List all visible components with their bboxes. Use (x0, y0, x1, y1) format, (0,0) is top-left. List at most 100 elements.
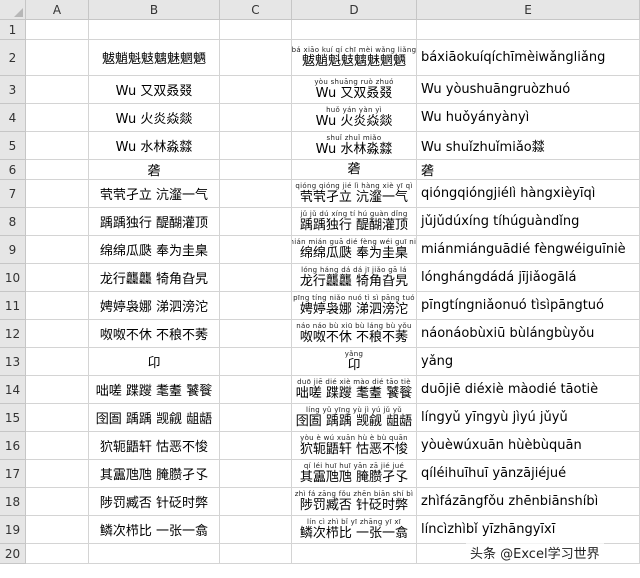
cell-e[interactable]: Wu huǒyányànyì (417, 104, 640, 132)
cell-e[interactable]: pīngtíngniǎonuó tìsìpāngtuó (417, 292, 640, 320)
cell-b[interactable]: 鳞次栉比 一张一翕 (89, 516, 220, 544)
cell-a[interactable] (26, 320, 89, 348)
cell-d-phonetic[interactable]: duō jiē dié xiè mào dié tāo tiè 咄嗟 蹀躞 耄耋 … (292, 376, 417, 404)
row-header[interactable]: 2 (0, 40, 26, 76)
cell-d-phonetic[interactable]: mián mián guā dié fèng wéi guī niè 绵绵瓜瓞 奉… (292, 236, 417, 264)
select-all-corner[interactable] (0, 0, 26, 20)
cell-c[interactable] (220, 20, 292, 40)
row-header[interactable]: 11 (0, 292, 26, 320)
cell-a[interactable] (26, 488, 89, 516)
cell-d-phonetic[interactable]: yòu è wú xuān hù è bù quān 狖轭鼯轩 怙恶不悛 (292, 432, 417, 460)
cell-b[interactable]: 囹圄 踽踽 觊觎 龃龉 (89, 404, 220, 432)
cell-c[interactable] (220, 488, 292, 516)
column-header-b[interactable]: B (89, 0, 220, 20)
cell-e[interactable]: náonáobùxiū bùlángbùyǒu (417, 320, 640, 348)
row-header[interactable]: 20 (0, 544, 26, 564)
cell-c[interactable] (220, 264, 292, 292)
cell-a[interactable] (26, 160, 89, 180)
cell-b[interactable]: 咄嗟 蹀躞 耄耋 饕餮 (89, 376, 220, 404)
cell-a[interactable] (26, 20, 89, 40)
cell-b[interactable] (89, 20, 220, 40)
cell-c[interactable] (220, 236, 292, 264)
column-header-c[interactable]: C (220, 0, 292, 20)
column-header-a[interactable]: A (26, 0, 89, 20)
cell-c[interactable] (220, 516, 292, 544)
cell-d-phonetic[interactable]: qióng qióng jié lì hàng xiè yī qì 茕茕孑立 沆瀣… (292, 180, 417, 208)
cell-c[interactable] (220, 180, 292, 208)
cell-e[interactable]: língyǔ yīngyù jìyú jǔyǔ (417, 404, 640, 432)
cell-c[interactable] (220, 404, 292, 432)
cell-d-phonetic[interactable]: shuǐ zhuǐ miǎo Wu 水林淼㵘 (292, 132, 417, 160)
cell-e[interactable]: zhìfázāngfǒu zhēnbiānshíbì (417, 488, 640, 516)
row-header[interactable]: 9 (0, 236, 26, 264)
cell-c[interactable] (220, 208, 292, 236)
cell-e[interactable]: Wu yòushuāngruòzhuó (417, 76, 640, 104)
row-header[interactable]: 10 (0, 264, 26, 292)
cell-b[interactable]: 其靁虺虺 腌臜孑孓 (89, 460, 220, 488)
cell-e[interactable]: miánmiánguādié fèngwéiguīniè (417, 236, 640, 264)
cell-b[interactable]: 呶呶不休 不稂不莠 (89, 320, 220, 348)
row-header[interactable]: 15 (0, 404, 26, 432)
row-header[interactable]: 1 (0, 20, 26, 40)
cell-c[interactable] (220, 460, 292, 488)
cell-e[interactable]: yòuèwúxuān hùèbùquān (417, 432, 640, 460)
cell-c[interactable] (220, 432, 292, 460)
row-header[interactable]: 6 (0, 160, 26, 180)
cell-d-phonetic[interactable]: náo náo bù xiū bù láng bù yǒu 呶呶不休 不稂不莠 (292, 320, 417, 348)
row-header[interactable]: 4 (0, 104, 26, 132)
cell-b[interactable]: 狖轭鼯轩 怙恶不悛 (89, 432, 220, 460)
cell-e[interactable]: báxiāokuíqíchīmèiwǎngliǎng (417, 40, 640, 76)
cell-d-phonetic[interactable]: yòu shuāng ruò zhuó Wu 又双叒叕 (292, 76, 417, 104)
row-header[interactable]: 12 (0, 320, 26, 348)
cell-a[interactable] (26, 104, 89, 132)
cell-d-phonetic[interactable]: líng yǔ yīng yù jì yú jǔ yǔ 囹圄 踽踽 觊觎 龃龉 (292, 404, 417, 432)
row-header[interactable]: 16 (0, 432, 26, 460)
cell-c[interactable] (220, 544, 292, 564)
cell-b[interactable]: 绵绵瓜瓞 奉为圭臬 (89, 236, 220, 264)
cell-d-phonetic[interactable]: lín cì zhì bǐ yī zhāng yī xī 鳞次栉比 一张一翕 (292, 516, 417, 544)
cell-b[interactable]: Wu 火炎焱燚 (89, 104, 220, 132)
cell-a[interactable] (26, 404, 89, 432)
cell-c[interactable] (220, 40, 292, 76)
row-header[interactable]: 14 (0, 376, 26, 404)
cell-d-phonetic[interactable]: yǎng 卬 (292, 348, 417, 376)
cell-a[interactable] (26, 292, 89, 320)
cell-a[interactable] (26, 348, 89, 376)
cell-a[interactable] (26, 544, 89, 564)
cell-c[interactable] (220, 348, 292, 376)
cell-d-phonetic[interactable] (292, 20, 417, 40)
cell-e[interactable]: qíléihuīhuī yānzājiéjué (417, 460, 640, 488)
row-header[interactable]: 18 (0, 488, 26, 516)
cell-b[interactable]: 魃魈魁鬾魑魅魍魉 (89, 40, 220, 76)
cell-c[interactable] (220, 76, 292, 104)
row-header[interactable]: 19 (0, 516, 26, 544)
cell-a[interactable] (26, 516, 89, 544)
cell-a[interactable] (26, 208, 89, 236)
cell-d-phonetic[interactable]: jǔ jǔ dú xíng tí hú guàn dǐng 踽踽独行 醍醐灌顶 (292, 208, 417, 236)
cell-e[interactable] (417, 20, 640, 40)
cell-c[interactable] (220, 104, 292, 132)
cell-d-phonetic[interactable]: huǒ yán yàn yì Wu 火炎焱燚 (292, 104, 417, 132)
cell-b[interactable] (89, 544, 220, 564)
cell-d-phonetic[interactable]: 砻 (292, 160, 417, 180)
cell-d-phonetic[interactable]: lóng háng dá dá jī jiǎo gā lá 龙行龘龘 犄角旮旯 (292, 264, 417, 292)
row-header[interactable]: 5 (0, 132, 26, 160)
cell-b[interactable]: 陟罚臧否 针砭时弊 (89, 488, 220, 516)
cell-a[interactable] (26, 432, 89, 460)
cell-e[interactable]: yǎng (417, 348, 640, 376)
cell-e[interactable]: lónghángdádá jījiǎogālá (417, 264, 640, 292)
cell-c[interactable] (220, 320, 292, 348)
cell-a[interactable] (26, 460, 89, 488)
column-header-d[interactable]: D (292, 0, 417, 20)
cell-b[interactable]: 龙行龘龘 犄角旮旯 (89, 264, 220, 292)
row-header[interactable]: 3 (0, 76, 26, 104)
cell-e[interactable]: jǔjǔdúxíng tíhúguàndǐng (417, 208, 640, 236)
cell-b[interactable]: 砻 (89, 160, 220, 180)
cell-a[interactable] (26, 76, 89, 104)
cell-a[interactable] (26, 376, 89, 404)
row-header[interactable]: 13 (0, 348, 26, 376)
cell-c[interactable] (220, 292, 292, 320)
cell-a[interactable] (26, 236, 89, 264)
cell-e[interactable]: qióngqióngjiélì hàngxièyīqì (417, 180, 640, 208)
cell-e[interactable]: duōjiē diéxiè màodié tāotiè (417, 376, 640, 404)
